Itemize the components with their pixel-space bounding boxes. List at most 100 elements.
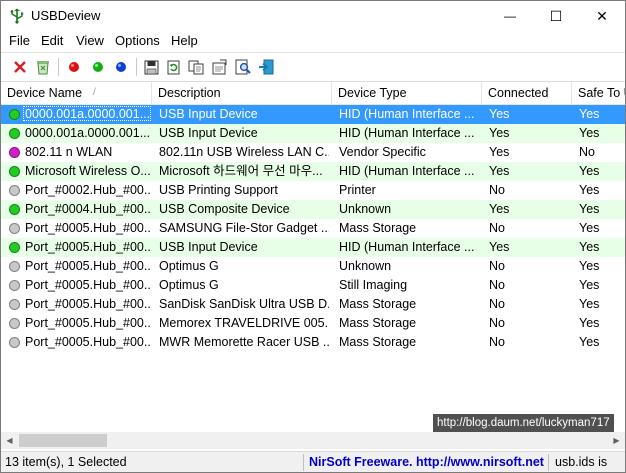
description-cell: USB Input Device	[159, 107, 258, 121]
status-dot-icon	[9, 109, 20, 120]
recycle-bin-icon	[37, 61, 49, 75]
toolbar	[1, 52, 625, 82]
description-cell: Memorex TRAVELDRIVE 005...	[159, 316, 329, 330]
status-dot-icon	[9, 299, 20, 310]
save-button[interactable]	[142, 58, 160, 76]
description-cell: Optimus G	[159, 278, 219, 292]
table-row[interactable]: Port_#0005.Hub_#00... MWR Memorette Racer…	[1, 333, 625, 352]
device-name-cell: Port_#0004.Hub_#00...	[25, 202, 151, 216]
device-name-cell: Port_#0005.Hub_#00...	[25, 335, 151, 349]
status-dot-icon	[9, 337, 20, 348]
table-row[interactable]: Microsoft Wireless O... Microsoft 하드웨어 무선…	[1, 162, 625, 181]
blog-watermark: http://blog.daum.net/luckyman717	[433, 414, 614, 432]
table-row[interactable]: Port_#0005.Hub_#00... Memorex TRAVELDRIVE…	[1, 314, 625, 333]
connected-cell: Yes	[489, 240, 510, 254]
device-type-cell: Mass Storage	[339, 316, 417, 330]
safe-to-unplug-cell: Yes	[579, 297, 600, 311]
copy-icon	[188, 60, 204, 74]
table-row[interactable]: Port_#0005.Hub_#00... Optimus G Unknown No Y…	[1, 257, 625, 276]
device-type-cell: Vendor Specific	[339, 145, 426, 159]
status-bar: 13 item(s), 1 Selected NirSoft Freeware.…	[1, 451, 625, 472]
status-dot-icon	[9, 147, 20, 158]
connected-cell: Yes	[489, 164, 510, 178]
column-header-safe-to-unplug[interactable]: Safe To U	[572, 82, 625, 104]
scroll-left-button[interactable]: ◀	[1, 432, 18, 449]
find-button[interactable]	[234, 58, 252, 76]
menu-help[interactable]: Help	[171, 33, 198, 48]
properties-icon	[212, 59, 227, 75]
scrollbar-thumb[interactable]	[19, 434, 107, 447]
device-type-cell: HID (Human Interface ...	[339, 107, 475, 121]
safe-to-unplug-cell: Yes	[579, 202, 600, 216]
safe-to-unplug-cell: Yes	[579, 126, 600, 140]
device-type-cell: Still Imaging	[339, 278, 408, 292]
menu-file[interactable]: File	[9, 33, 30, 48]
connect-button[interactable]	[89, 58, 107, 76]
description-cell: USB Composite Device	[159, 202, 290, 216]
device-type-cell: Mass Storage	[339, 335, 417, 349]
device-type-cell: Unknown	[339, 202, 392, 216]
refresh-button[interactable]	[164, 58, 182, 76]
properties-button[interactable]	[210, 58, 228, 76]
horizontal-scrollbar[interactable]: ◀ ▶	[1, 432, 625, 449]
description-cell: SAMSUNG File-Stor Gadget ...	[159, 221, 329, 235]
close-icon: ✕	[596, 7, 608, 24]
table-row[interactable]: 0000.001a.0000.001.... USB Input Device HI…	[1, 105, 625, 124]
column-header-description[interactable]: Description	[152, 82, 332, 104]
status-dot-icon	[9, 318, 20, 329]
device-type-cell: Mass Storage	[339, 221, 417, 235]
exit-button[interactable]	[257, 58, 275, 76]
column-header-device-type[interactable]: Device Type	[332, 82, 482, 104]
table-row[interactable]: Port_#0005.Hub_#00... SanDisk SanDisk Ult…	[1, 295, 625, 314]
status-dot-icon	[9, 204, 20, 215]
status-dot-icon	[9, 185, 20, 196]
table-row[interactable]: 802.11 n WLAN 802.11n USB Wireless LAN C.…	[1, 143, 625, 162]
copy-button[interactable]	[187, 58, 205, 76]
connected-cell: No	[489, 221, 505, 235]
title-bar[interactable]: USBDeview — ☐ ✕	[1, 1, 625, 31]
table-row[interactable]: 0000.001a.0000.001.... USB Input Device HI…	[1, 124, 625, 143]
status-dot-icon	[9, 166, 20, 177]
delete-button[interactable]	[11, 58, 29, 76]
safe-to-unplug-cell: Yes	[579, 240, 600, 254]
column-header-device-name[interactable]: Device Name /	[1, 82, 152, 104]
uninstall-button[interactable]	[34, 58, 52, 76]
usbdeview-window: USBDeview — ☐ ✕ File Edit View Options H…	[0, 0, 626, 473]
disconnect-reconnect-button[interactable]	[112, 58, 130, 76]
maximize-icon: ☐	[549, 7, 563, 24]
nirsoft-link[interactable]: NirSoft Freeware. http://www.nirsoft.net	[309, 454, 545, 471]
safe-to-unplug-cell: Yes	[579, 221, 600, 235]
table-row[interactable]: Port_#0004.Hub_#00... USB Composite Devic…	[1, 200, 625, 219]
device-list[interactable]: 0000.001a.0000.001.... USB Input Device HI…	[1, 105, 625, 431]
connected-cell: No	[489, 297, 505, 311]
connected-cell: No	[489, 278, 505, 292]
safe-to-unplug-cell: Yes	[579, 259, 600, 273]
minimize-icon: —	[504, 9, 516, 23]
blue-dot-icon	[116, 62, 126, 72]
safe-to-unplug-cell: Yes	[579, 278, 600, 292]
minimize-button[interactable]: —	[487, 1, 533, 31]
table-row[interactable]: Port_#0002.Hub_#00... USB Printing Suppor…	[1, 181, 625, 200]
disconnect-button[interactable]	[65, 58, 83, 76]
menu-options[interactable]: Options	[115, 33, 160, 48]
table-row[interactable]: Port_#0005.Hub_#00... SAMSUNG File-Stor G…	[1, 219, 625, 238]
menu-view[interactable]: View	[76, 33, 104, 48]
table-row[interactable]: Port_#0005.Hub_#00... Optimus G Still Imag…	[1, 276, 625, 295]
column-header-label: Safe To U	[578, 86, 625, 100]
column-header-connected[interactable]: Connected	[482, 82, 572, 104]
device-type-cell: HID (Human Interface ...	[339, 126, 475, 140]
maximize-button[interactable]: ☐	[533, 1, 579, 31]
table-row[interactable]: Port_#0005.Hub_#00... USB Input Device HID…	[1, 238, 625, 257]
status-dot-icon	[9, 261, 20, 272]
connected-cell: Yes	[489, 202, 510, 216]
status-dot-icon	[9, 128, 20, 139]
column-header-label: Device Type	[338, 86, 407, 100]
scroll-right-button[interactable]: ▶	[608, 432, 625, 449]
device-type-cell: Unknown	[339, 259, 392, 273]
close-button[interactable]: ✕	[579, 1, 625, 31]
sort-indicator-icon: /	[93, 87, 96, 98]
menu-edit[interactable]: Edit	[41, 33, 63, 48]
safe-to-unplug-cell: Yes	[579, 183, 600, 197]
window-title: USBDeview	[31, 8, 101, 23]
save-icon	[144, 60, 158, 74]
